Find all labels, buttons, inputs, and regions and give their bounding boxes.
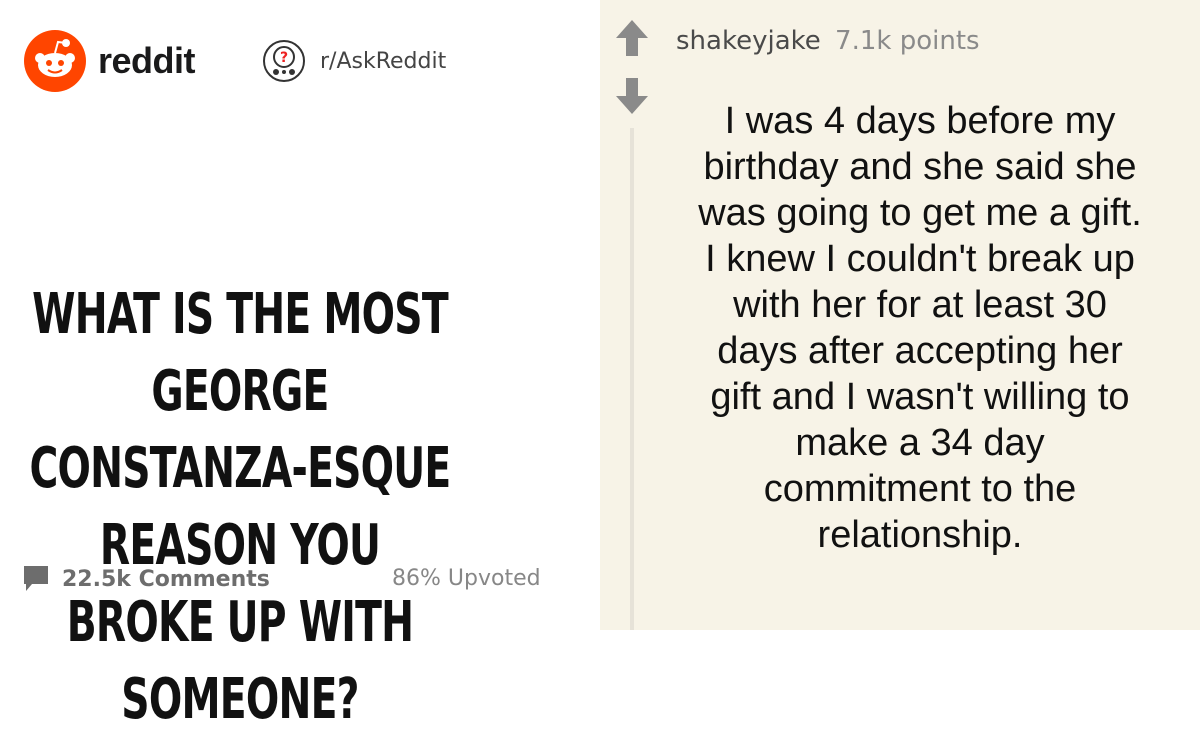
comment-meta: shakeyjake 7.1k points (676, 26, 980, 56)
brand-name: reddit (98, 40, 196, 81)
thread-line[interactable] (630, 128, 634, 630)
post-title: WHAT IS THE MOST GEORGE CONSTANZA-ESQUE … (29, 282, 451, 732)
post-panel: reddit ? r/AskReddit WHAT IS THE MOST GE… (0, 0, 600, 732)
askreddit-icon: ? (263, 40, 305, 82)
upvote-arrow-icon[interactable] (614, 18, 650, 58)
upvote-ratio: 86% Upvoted (392, 566, 541, 591)
comments-count: 22.5k Comments (62, 566, 270, 592)
reddit-logo-icon (24, 30, 86, 92)
comment-username[interactable]: shakeyjake (676, 26, 821, 56)
reddit-brand[interactable]: reddit (24, 30, 196, 92)
subreddit-link[interactable]: ? r/AskReddit (262, 38, 446, 84)
comments-link[interactable]: 22.5k Comments (22, 564, 270, 594)
downvote-arrow-icon[interactable] (614, 76, 650, 116)
svg-text:?: ? (280, 50, 288, 66)
subreddit-name: r/AskReddit (320, 48, 447, 74)
comment-icon (24, 566, 48, 591)
comment-points: 7.1k points (835, 26, 980, 56)
comment-body: I was 4 days before my birthday and she … (698, 100, 1142, 556)
